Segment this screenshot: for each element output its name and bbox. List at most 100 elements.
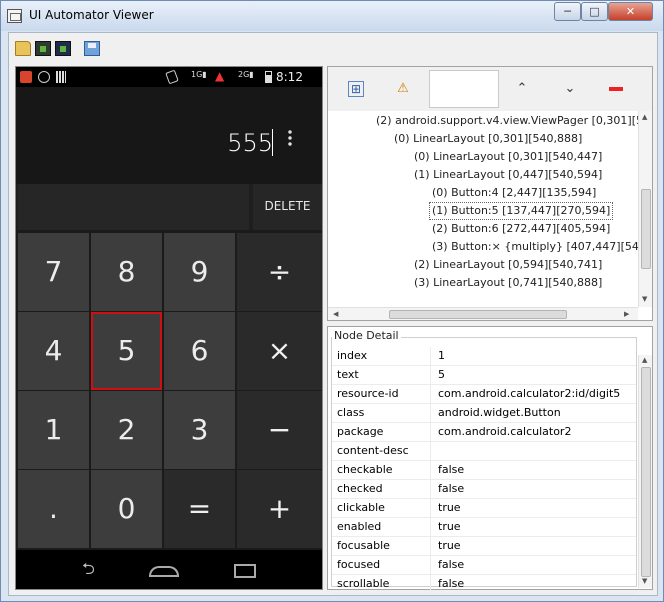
detail-vertical-thumb[interactable]	[641, 367, 651, 577]
client-area: 1G▮ ▲ 2G▮ 8:12 555 DELETE 7 8 9 ÷ 4 5 6 × 1 2 3−. 0…	[8, 32, 658, 596]
detail-value[interactable]: 5	[438, 366, 634, 384]
detail-row[interactable]: content-desc	[332, 442, 636, 461]
detail-value[interactable]: com.android.calculator2	[438, 423, 634, 441]
tree-node[interactable]: (2) android.support.v4.view.ViewPager [0…	[376, 112, 638, 130]
warning-icon[interactable]: ⚠	[395, 81, 411, 97]
detail-key: content-desc	[337, 442, 431, 460]
expand-all-icon[interactable]: ⊞	[348, 81, 364, 97]
digit-key[interactable]: 3	[164, 391, 235, 469]
recent-apps-icon[interactable]	[234, 564, 256, 578]
tree-node[interactable]: (2) Button:6 [272,447][405,594]	[432, 220, 610, 238]
detail-value[interactable]: false	[438, 480, 634, 498]
detail-row[interactable]: checkable false	[332, 461, 636, 480]
tree-node[interactable]: (3) Button:× {multiply} [407,447][540,	[432, 238, 638, 256]
tree-node[interactable]: (3) LinearLayout [0,741][540,888]	[414, 274, 602, 292]
detail-row[interactable]: package com.android.calculator2	[332, 423, 636, 442]
motorola-icon	[38, 71, 50, 83]
digit-key[interactable]: 9	[164, 233, 235, 311]
digit-key[interactable]: 1	[18, 391, 89, 469]
save-icon[interactable]	[84, 41, 100, 56]
device-screenshot-icon[interactable]	[35, 41, 51, 56]
operator-key[interactable]: +	[237, 470, 322, 548]
digit-key[interactable]: .	[18, 470, 89, 548]
detail-value[interactable]	[438, 442, 634, 460]
back-icon[interactable]: ⮌	[82, 561, 110, 577]
text-cursor	[272, 129, 273, 156]
tree-node[interactable]: (1) LinearLayout [0,447][540,594]	[414, 166, 602, 184]
digit-key[interactable]: 6	[164, 312, 235, 390]
detail-vertical-scrollbar[interactable]: ▲ ▼	[638, 355, 652, 588]
detail-value[interactable]: true	[438, 537, 634, 555]
detail-value[interactable]: 1	[438, 347, 634, 365]
detail-value[interactable]: true	[438, 499, 634, 517]
detail-row[interactable]: focused false	[332, 556, 636, 575]
detail-row[interactable]: checked false	[332, 480, 636, 499]
minimize-button[interactable]: ─	[554, 2, 581, 21]
scroll-up-icon[interactable]: ▲	[642, 356, 647, 364]
delete-button[interactable]: DELETE	[253, 184, 322, 230]
device-screenshot-compressed-icon[interactable]	[55, 41, 71, 56]
scroll-left-icon[interactable]: ◀	[333, 310, 338, 318]
digit-key[interactable]: 0	[91, 470, 162, 548]
hierarchy-tree[interactable]: (2) android.support.v4.view.ViewPager [0…	[332, 111, 638, 307]
detail-value[interactable]: false	[438, 575, 634, 593]
scroll-down-icon[interactable]: ▼	[642, 295, 647, 303]
detail-key: checked	[337, 480, 431, 498]
status-time: 8:12	[276, 70, 303, 84]
digit-key[interactable]: 8	[91, 233, 162, 311]
close-button[interactable]: ✕	[608, 2, 653, 21]
detail-key: class	[337, 404, 431, 422]
detail-row[interactable]: index 1	[332, 347, 636, 366]
tree-node[interactable]: (0) Button:4 [2,447][135,594]	[432, 184, 596, 202]
tree-vertical-thumb[interactable]	[641, 189, 651, 269]
operator-key[interactable]: =	[164, 470, 235, 548]
digit-key[interactable]: 7	[18, 233, 89, 311]
operator-key[interactable]: ×	[237, 312, 322, 390]
remove-icon[interactable]	[609, 87, 623, 91]
search-field[interactable]	[429, 70, 499, 108]
scroll-up-icon[interactable]: ▲	[642, 113, 647, 121]
operator-key[interactable]: ÷	[237, 233, 322, 311]
node-detail-title: Node Detail	[332, 329, 401, 342]
detail-value[interactable]: false	[438, 556, 634, 574]
tree-node[interactable]: (2) LinearLayout [0,594][540,741]	[414, 256, 602, 274]
tree-vertical-scrollbar[interactable]: ▲ ▼	[638, 111, 652, 307]
battery-icon	[265, 71, 272, 83]
tree-node[interactable]: (0) LinearLayout [0,301][540,888]	[394, 130, 582, 148]
detail-row[interactable]: resource-id com.android.calculator2:id/di…	[332, 385, 636, 404]
scroll-down-icon[interactable]: ▼	[642, 577, 647, 585]
detail-value[interactable]: true	[438, 518, 634, 536]
maximize-button[interactable]: □	[581, 2, 608, 21]
tree-horizontal-thumb[interactable]	[389, 310, 567, 319]
detail-key: text	[337, 366, 431, 384]
alert-icon: ▲	[215, 69, 225, 83]
chevron-down-icon[interactable]: ⌄	[562, 81, 578, 97]
detail-value[interactable]: android.widget.Button	[438, 404, 634, 422]
tree-node-selected[interactable]: (1) Button:5 [137,447][270,594]	[429, 202, 614, 220]
detail-row[interactable]: class android.widget.Button	[332, 404, 636, 423]
chevron-up-icon[interactable]: ⌃	[514, 81, 530, 97]
keypad: 7 8 9 ÷ 4 5 6 × 1 2 3−. 0 = +	[16, 230, 322, 550]
scroll-right-icon[interactable]: ▶	[624, 310, 629, 318]
home-icon[interactable]	[149, 566, 179, 577]
detail-row[interactable]: focusable true	[332, 537, 636, 556]
digit-key[interactable]: 2	[91, 391, 162, 469]
operator-key[interactable]: −	[237, 391, 322, 469]
detail-value[interactable]: com.android.calculator2:id/digit5	[438, 385, 634, 403]
detail-row[interactable]: enabled true	[332, 518, 636, 537]
detail-row[interactable]: clickable true	[332, 499, 636, 518]
device-screenshot[interactable]: 1G▮ ▲ 2G▮ 8:12 555 DELETE 7 8 9 ÷ 4 5 6 × 1 2 3−. 0…	[15, 66, 323, 590]
tree-horizontal-scrollbar[interactable]: ◀ ▶	[328, 307, 638, 320]
detail-value[interactable]: false	[438, 461, 634, 479]
detail-key: checkable	[337, 461, 431, 479]
open-icon[interactable]	[15, 41, 31, 56]
calculator-display[interactable]: 555	[16, 87, 322, 184]
title-bar[interactable]: UI Automator Viewer ─ □ ✕	[1, 1, 663, 31]
tree-node[interactable]: (0) LinearLayout [0,301][540,447]	[414, 148, 602, 166]
overflow-menu-icon[interactable]	[288, 129, 292, 147]
detail-row[interactable]: scrollable false	[332, 575, 636, 594]
delete-row: DELETE	[16, 184, 322, 230]
digit-key[interactable]: 4	[18, 312, 89, 390]
digit-key[interactable]: 5	[91, 312, 162, 390]
detail-row[interactable]: text 5	[332, 366, 636, 385]
